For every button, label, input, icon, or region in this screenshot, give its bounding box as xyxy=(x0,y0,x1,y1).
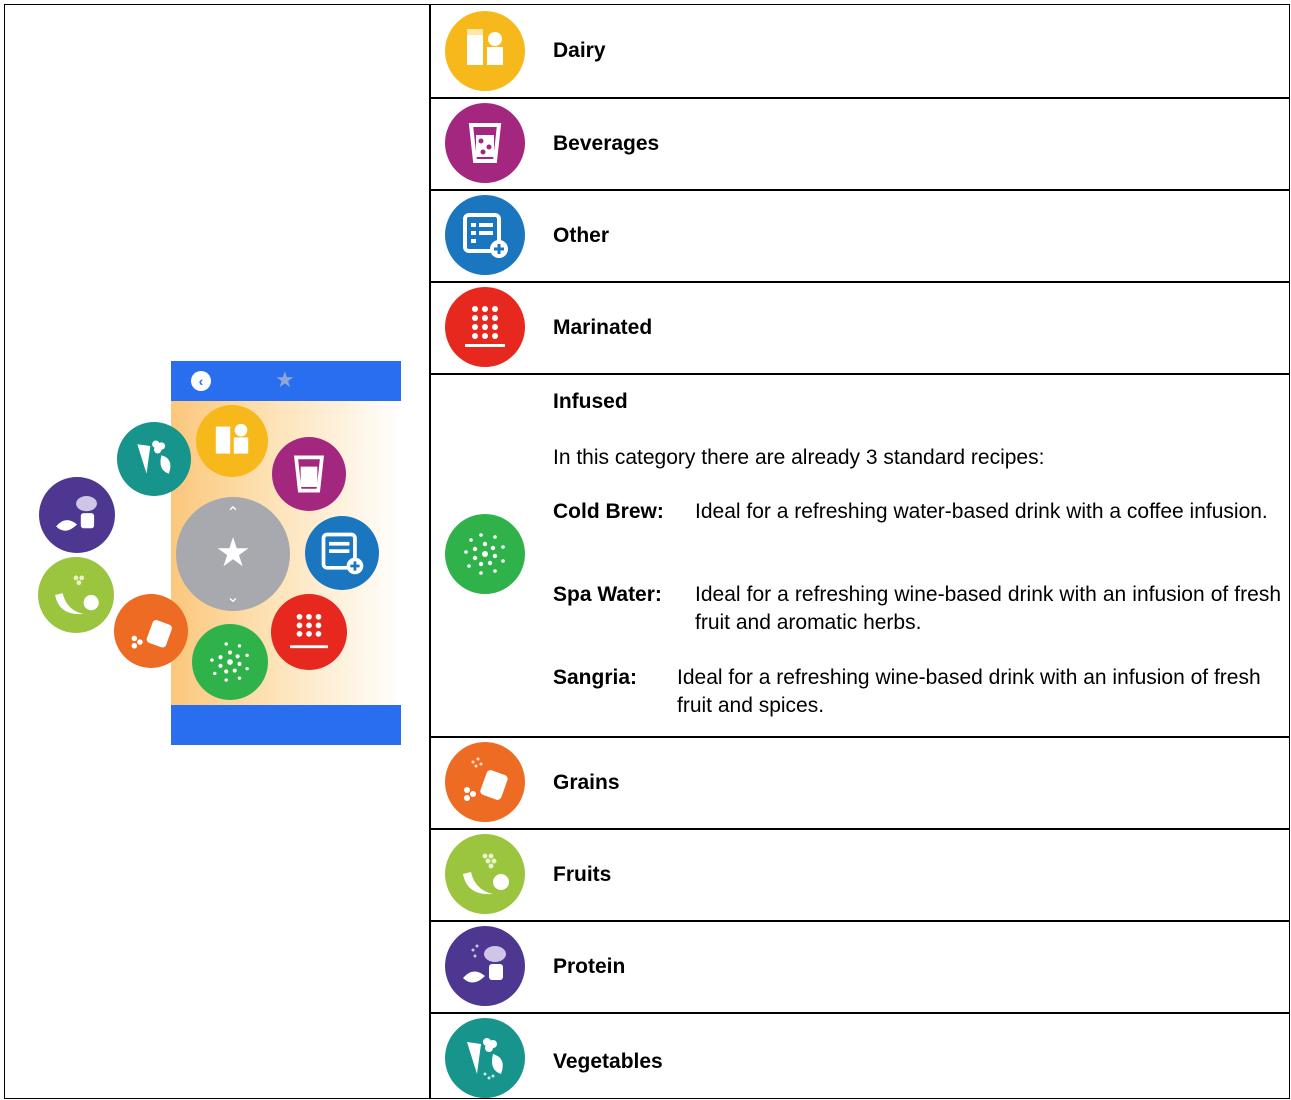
protein-icon[interactable] xyxy=(39,477,115,553)
row-beverages: Beverages xyxy=(431,98,1289,189)
infused-icon[interactable] xyxy=(192,624,268,700)
beverages-icon[interactable] xyxy=(272,437,346,511)
recipe-name: Sangria: xyxy=(553,666,638,689)
recipe-description: Ideal for a refreshing water-based drink… xyxy=(695,500,1268,523)
row-protein: Protein xyxy=(431,921,1289,1012)
scroll-up-icon[interactable]: ⌃ xyxy=(176,503,290,523)
device-header: ‹ ★ xyxy=(171,361,401,401)
dairy-icon[interactable] xyxy=(196,405,268,477)
row-marinated: Marinated xyxy=(431,282,1289,373)
back-icon[interactable]: ‹ xyxy=(191,371,211,391)
scroll-down-icon[interactable]: ⌄ xyxy=(176,587,290,607)
category-label: Dairy xyxy=(553,39,606,62)
category-label: Grains xyxy=(553,771,620,794)
category-label: Beverages xyxy=(553,132,660,155)
recipe-description: Ideal for a refreshing wine-based drink … xyxy=(695,583,1281,634)
other-icon[interactable] xyxy=(305,516,379,590)
star-icon: ★ xyxy=(215,531,251,575)
category-label: Infused xyxy=(553,390,628,413)
grains-icon xyxy=(445,742,525,822)
fruits-icon[interactable] xyxy=(38,557,114,633)
row-fruits: Fruits xyxy=(431,829,1289,920)
vegetables-icon xyxy=(445,1018,525,1098)
row-grains: Grains xyxy=(431,737,1289,828)
favorite-star-icon[interactable]: ★ xyxy=(275,367,295,393)
row-vegetables: Vegetables xyxy=(431,1013,1289,1100)
category-label: Vegetables xyxy=(553,1050,663,1073)
category-label: Protein xyxy=(553,955,626,978)
infused-icon xyxy=(445,514,525,594)
infused-intro: In this category there are already 3 sta… xyxy=(553,446,1045,469)
protein-icon xyxy=(445,926,525,1006)
row-infused: Infused In this category there are alrea… xyxy=(431,374,1289,736)
fruits-icon xyxy=(445,834,525,914)
row-dairy: Dairy xyxy=(431,5,1289,97)
device-footer xyxy=(171,705,401,745)
category-label: Marinated xyxy=(553,316,653,339)
recipe-description: Ideal for a refreshing wine-based drink … xyxy=(677,666,1261,717)
marinated-icon xyxy=(445,287,525,367)
vegetables-icon[interactable] xyxy=(117,422,191,496)
other-icon xyxy=(445,195,525,275)
row-other: Other xyxy=(431,190,1289,281)
dairy-icon xyxy=(445,11,525,91)
category-label: Fruits xyxy=(553,863,612,886)
recipe-name: Spa Water: xyxy=(553,583,662,606)
center-dial[interactable]: ⌃ ★ ⌄ xyxy=(176,497,290,611)
category-label: Other xyxy=(553,224,610,247)
beverages-icon xyxy=(445,103,525,183)
recipe-name: Cold Brew: xyxy=(553,500,664,523)
